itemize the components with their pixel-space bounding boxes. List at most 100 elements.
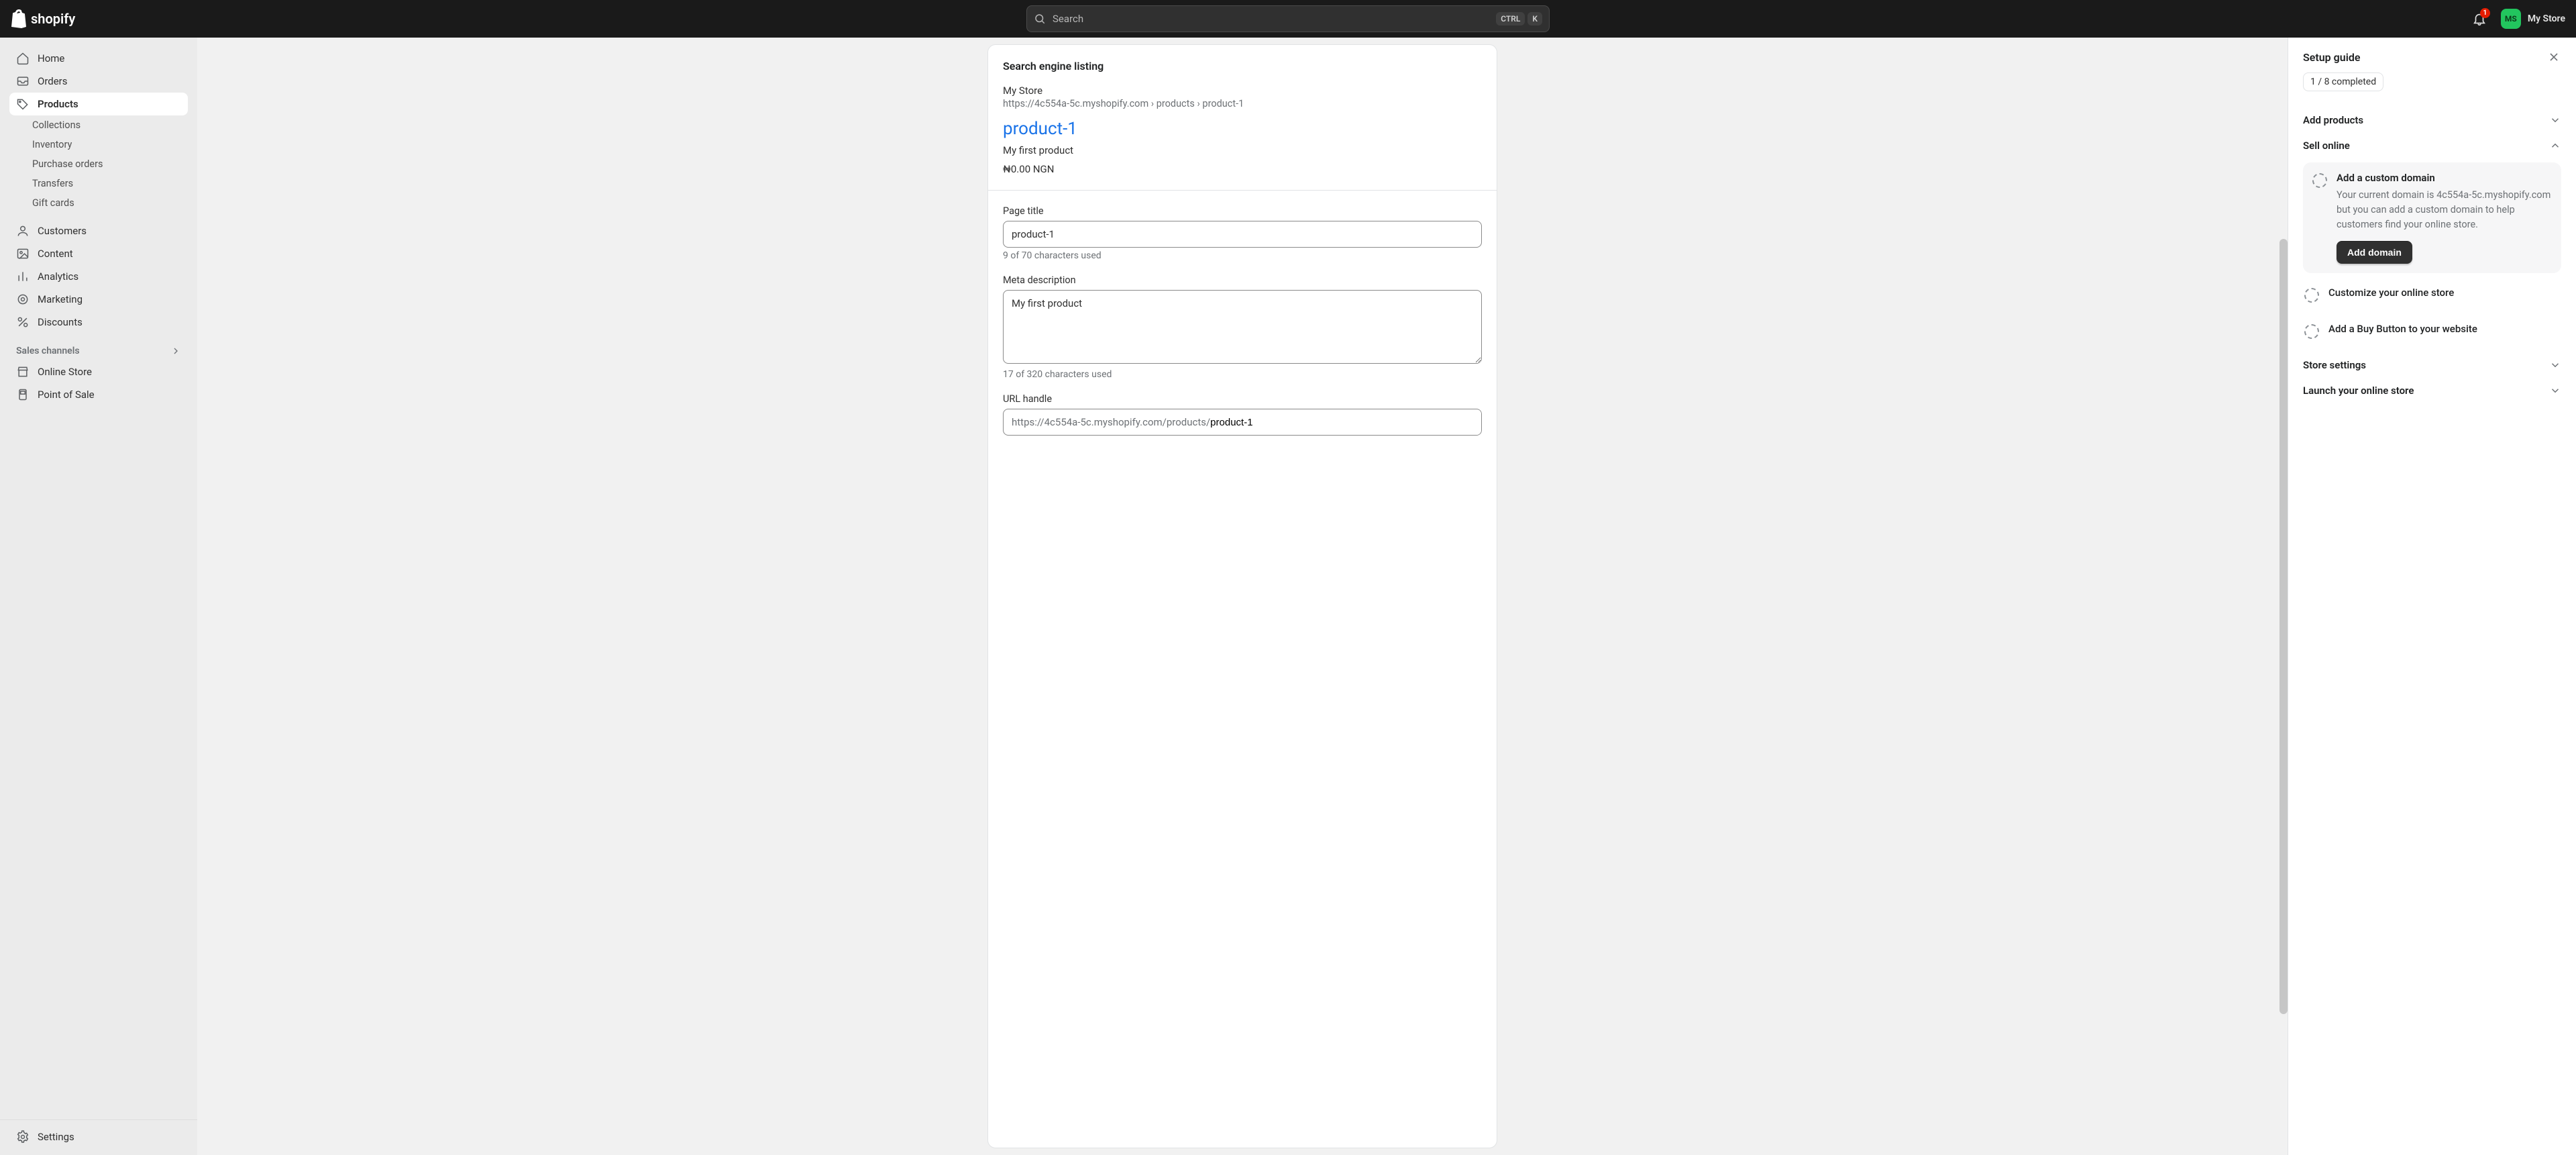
- section-launch-store[interactable]: Launch your online store: [2303, 378, 2561, 403]
- add-domain-button[interactable]: Add domain: [2337, 241, 2412, 264]
- sel-section-title: Search engine listing: [1003, 60, 1482, 72]
- topbar: shopify Search CTRL K 1 MS My Store: [0, 0, 2576, 38]
- nav-pos-label: Point of Sale: [38, 389, 95, 401]
- section-launch-label: Launch your online store: [2303, 385, 2414, 397]
- page-title-input[interactable]: [1003, 221, 1482, 248]
- nav-point-of-sale[interactable]: Point of Sale: [9, 383, 188, 406]
- sel-preview-description: My first product: [1003, 144, 1482, 156]
- brand-text: shopify: [31, 11, 75, 27]
- task-customize-store[interactable]: Customize your online store: [2303, 280, 2561, 309]
- kbd-hint: CTRL K: [1496, 12, 1542, 26]
- search-input[interactable]: Search CTRL K: [1026, 5, 1550, 32]
- sel-preview-price: ₦0.00 NGN: [1003, 163, 1482, 175]
- pos-icon: [16, 388, 30, 401]
- nav-discounts-label: Discounts: [38, 316, 83, 328]
- nav-marketing[interactable]: Marketing: [9, 288, 188, 311]
- setup-progress-chip: 1 / 8 completed: [2303, 72, 2383, 91]
- scrollbar-thumb[interactable]: [2279, 239, 2288, 1014]
- nav-home[interactable]: Home: [9, 47, 188, 70]
- section-store-settings[interactable]: Store settings: [2303, 352, 2561, 378]
- section-sell-online-label: Sell online: [2303, 140, 2350, 152]
- person-icon: [16, 224, 30, 238]
- task-domain-desc: Your current domain is 4c554a-5c.myshopi…: [2337, 188, 2552, 232]
- left-nav: Home Orders Products Collections Invento…: [0, 38, 197, 1155]
- divider: [988, 190, 1497, 191]
- nav-inventory[interactable]: Inventory: [25, 135, 197, 154]
- sel-preview-store: My Store: [1003, 85, 1482, 97]
- nav-transfers[interactable]: Transfers: [25, 174, 197, 193]
- nav-customers[interactable]: Customers: [9, 219, 188, 242]
- task-status-circle: [2312, 173, 2327, 188]
- url-handle-prefix: https://4c554a-5c.myshopify.com/products…: [1004, 409, 1210, 435]
- nav-settings[interactable]: Settings: [9, 1125, 188, 1148]
- nav-analytics-label: Analytics: [38, 270, 78, 283]
- page-title-label: Page title: [1003, 205, 1482, 217]
- sel-preview-title-link[interactable]: product-1: [1003, 119, 1482, 139]
- search-container: Search CTRL K: [1026, 5, 1550, 32]
- nav-discounts[interactable]: Discounts: [9, 311, 188, 334]
- nav-customers-label: Customers: [38, 225, 87, 237]
- nav-collections[interactable]: Collections: [25, 115, 197, 135]
- close-icon: [2547, 50, 2561, 64]
- nav-orders-label: Orders: [38, 75, 68, 87]
- notification-badge: 1: [2480, 8, 2490, 18]
- store-icon: [16, 365, 30, 379]
- meta-description-input[interactable]: [1003, 290, 1482, 364]
- nav-purchase-orders[interactable]: Purchase orders: [25, 154, 197, 174]
- store-name-top: My Store: [2528, 13, 2565, 24]
- task-add-custom-domain[interactable]: Add a custom domain Your current domain …: [2303, 162, 2561, 273]
- close-setup-guide-button[interactable]: [2546, 50, 2561, 64]
- page-title-helper: 9 of 70 characters used: [1003, 250, 1482, 261]
- task-add-buy-button[interactable]: Add a Buy Button to your website: [2303, 316, 2561, 346]
- chevron-up-icon: [2549, 140, 2561, 152]
- search-engine-listing-card: Search engine listing My Store https://4…: [987, 44, 1497, 1148]
- nav-sales-channels-header[interactable]: Sales channels: [0, 334, 197, 360]
- meta-description-field: Meta description 17 of 320 characters us…: [1003, 274, 1482, 380]
- inbox-icon: [16, 74, 30, 88]
- shopify-bag-icon: [11, 9, 27, 28]
- nav-purchase-orders-label: Purchase orders: [32, 158, 103, 170]
- section-sell-online[interactable]: Sell online: [2303, 133, 2561, 158]
- nav-collections-label: Collections: [32, 119, 80, 131]
- nav-content-label: Content: [38, 248, 73, 260]
- chevron-down-icon: [2549, 359, 2561, 371]
- target-icon: [16, 293, 30, 306]
- meta-description-label: Meta description: [1003, 274, 1482, 286]
- home-icon: [16, 52, 30, 65]
- chevron-down-icon: [2549, 385, 2561, 397]
- sel-preview-url: https://4c554a-5c.myshopify.com › produc…: [1003, 98, 1482, 109]
- avatar: MS: [2501, 9, 2521, 29]
- nav-gift-cards-label: Gift cards: [32, 197, 74, 209]
- nav-analytics[interactable]: Analytics: [9, 265, 188, 288]
- nav-gift-cards[interactable]: Gift cards: [25, 193, 197, 213]
- search-icon: [1034, 13, 1046, 25]
- nav-products[interactable]: Products: [9, 93, 188, 115]
- chevron-down-icon: [2549, 114, 2561, 126]
- notifications-button[interactable]: 1: [2469, 8, 2490, 30]
- section-add-products[interactable]: Add products: [2303, 107, 2561, 133]
- url-handle-input-wrap[interactable]: https://4c554a-5c.myshopify.com/products…: [1003, 409, 1482, 436]
- url-handle-input[interactable]: [1210, 410, 1481, 435]
- task-domain-title: Add a custom domain: [2337, 172, 2552, 184]
- setup-guide-title: Setup guide: [2303, 51, 2360, 64]
- body: Home Orders Products Collections Invento…: [0, 38, 2576, 1155]
- section-add-products-label: Add products: [2303, 114, 2363, 126]
- center-column: Search engine listing My Store https://4…: [197, 38, 2288, 1155]
- nav-orders[interactable]: Orders: [9, 70, 188, 93]
- gear-icon: [16, 1130, 30, 1144]
- nav-settings-label: Settings: [38, 1131, 74, 1143]
- task-customize-label: Customize your online store: [2328, 287, 2560, 299]
- nav-transfers-label: Transfers: [32, 178, 73, 189]
- percent-icon: [16, 315, 30, 329]
- store-menu[interactable]: MS My Store: [2501, 9, 2565, 29]
- task-status-circle: [2304, 324, 2319, 339]
- url-handle-label: URL handle: [1003, 393, 1482, 405]
- nav-inventory-label: Inventory: [32, 139, 72, 150]
- kbd-k: K: [1527, 12, 1542, 26]
- section-store-settings-label: Store settings: [2303, 359, 2366, 371]
- brand-logo[interactable]: shopify: [11, 9, 75, 28]
- nav-content[interactable]: Content: [9, 242, 188, 265]
- nav-online-store[interactable]: Online Store: [9, 360, 188, 383]
- task-status-circle: [2304, 288, 2319, 303]
- url-handle-field: URL handle https://4c554a-5c.myshopify.c…: [1003, 393, 1482, 436]
